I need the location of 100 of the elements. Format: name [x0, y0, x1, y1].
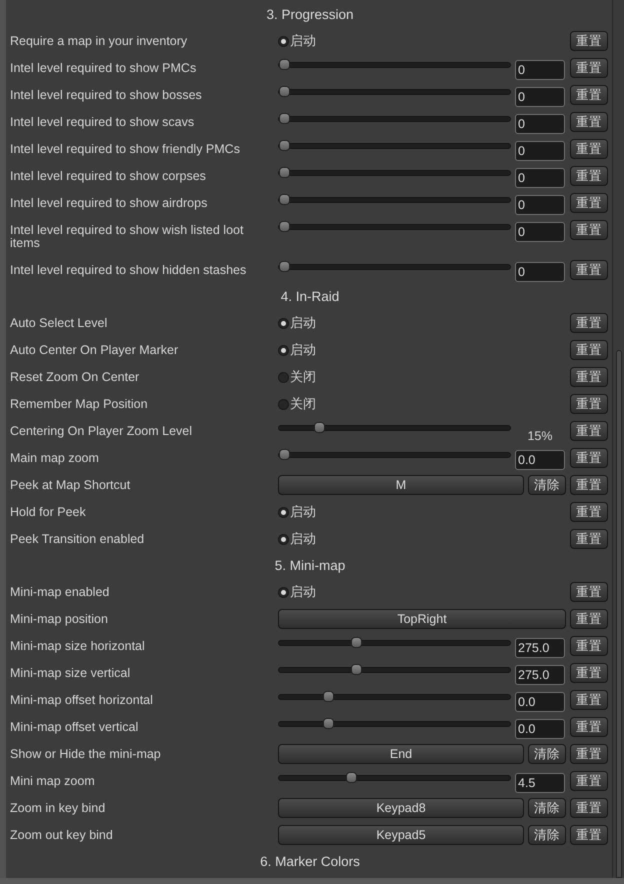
value-field[interactable]: 0 [515, 141, 565, 161]
slider-track[interactable] [278, 224, 511, 230]
value-field[interactable]: 0 [515, 222, 565, 242]
reset-button[interactable]: 重置 [570, 771, 608, 791]
setting-label: Intel level required to show PMCs [10, 62, 198, 75]
reset-button[interactable]: 重置 [570, 825, 608, 845]
slider-track[interactable] [278, 640, 511, 646]
setting-label: Auto Select Level [10, 317, 108, 330]
reset-button[interactable]: 重置 [570, 582, 608, 602]
reset-button[interactable]: 重置 [570, 31, 608, 51]
keybind-button[interactable]: Keypad5 [278, 825, 524, 845]
toggle-radio[interactable] [278, 372, 289, 382]
slider-thumb[interactable] [279, 449, 290, 460]
clear-button[interactable]: 清除 [528, 744, 566, 764]
reset-button[interactable]: 重置 [570, 394, 608, 414]
clear-button[interactable]: 清除 [528, 825, 566, 845]
reset-button[interactable]: 重置 [570, 166, 608, 186]
toggle-radio[interactable] [278, 534, 289, 544]
slider-thumb[interactable] [279, 86, 290, 97]
reset-button[interactable]: 重置 [570, 340, 608, 360]
slider-track[interactable] [278, 62, 511, 68]
slider-track[interactable] [278, 425, 511, 431]
slider-thumb[interactable] [322, 718, 334, 729]
reset-button[interactable]: 重置 [570, 502, 608, 522]
keybind-button[interactable]: M [278, 475, 524, 495]
slider-track[interactable] [278, 775, 511, 781]
slider-thumb[interactable] [350, 637, 362, 648]
reset-button[interactable]: 重置 [570, 529, 608, 549]
keybind-button[interactable]: Keypad8 [278, 798, 524, 818]
slider-thumb[interactable] [279, 140, 290, 151]
toggle-radio[interactable] [278, 318, 289, 328]
clear-button[interactable]: 清除 [528, 798, 566, 818]
slider-thumb[interactable] [279, 113, 290, 124]
reset-button[interactable]: 重置 [570, 744, 608, 764]
position-dropdown[interactable]: TopRight [278, 609, 566, 629]
reset-button[interactable]: 重置 [570, 313, 608, 333]
slider-track[interactable] [278, 89, 511, 95]
setting-label: Peek at Map Shortcut [10, 479, 132, 492]
slider-thumb[interactable] [346, 772, 357, 783]
slider-thumb[interactable] [279, 59, 290, 70]
reset-button[interactable]: 重置 [570, 663, 608, 683]
reset-button[interactable]: 重置 [570, 85, 608, 105]
reset-button[interactable]: 重置 [570, 475, 608, 495]
reset-button[interactable]: 重置 [570, 193, 608, 213]
slider-track[interactable] [278, 116, 511, 122]
slider-thumb[interactable] [350, 664, 362, 675]
slider-thumb[interactable] [279, 221, 290, 232]
toggle-radio[interactable] [278, 344, 289, 356]
reset-button[interactable]: 重置 [570, 690, 608, 710]
reset-button[interactable]: 重置 [570, 112, 608, 132]
slider-track[interactable] [278, 667, 511, 673]
slider-track[interactable] [278, 452, 511, 458]
reset-button[interactable]: 重置 [570, 636, 608, 656]
setting-label: Mini-map offset horizontal [10, 694, 154, 707]
slider-track[interactable] [278, 694, 511, 700]
setting-label: Main map zoom [10, 452, 100, 465]
value-field[interactable]: 0 [515, 195, 565, 215]
setting-label: Intel level required to show airdrops [10, 197, 208, 210]
value-field[interactable]: 4.5 [515, 773, 565, 793]
slider-track[interactable] [278, 721, 511, 727]
slider-thumb[interactable] [279, 261, 290, 272]
reset-button[interactable]: 重置 [570, 717, 608, 737]
slider-track[interactable] [278, 170, 511, 176]
value-field[interactable]: 0 [515, 60, 565, 80]
reset-button[interactable]: 重置 [570, 139, 608, 159]
toggle-radio[interactable] [278, 36, 289, 46]
toggle-radio[interactable] [278, 506, 289, 518]
value-field[interactable]: 0.0 [515, 719, 565, 739]
value-field[interactable]: 0 [515, 168, 565, 188]
value-field[interactable]: 0 [515, 262, 565, 282]
slider-thumb[interactable] [279, 194, 290, 205]
section-heading: 6. Marker Colors [259, 853, 361, 871]
clear-button[interactable]: 清除 [528, 475, 566, 495]
reset-button[interactable]: 重置 [570, 798, 608, 818]
toggle-radio[interactable] [278, 586, 289, 598]
value-field[interactable]: 0.0 [515, 692, 565, 712]
slider-thumb[interactable] [322, 691, 334, 702]
reset-button[interactable]: 重置 [570, 448, 608, 468]
slider-track[interactable] [278, 143, 511, 149]
reset-button[interactable]: 重置 [570, 58, 608, 78]
setting-label: Mini-map position [10, 613, 109, 626]
slider-thumb[interactable] [314, 422, 325, 433]
reset-button[interactable]: 重置 [570, 260, 608, 280]
slider-track[interactable] [278, 264, 511, 270]
reset-button[interactable]: 重置 [570, 367, 608, 387]
keybind-button[interactable]: End [278, 744, 524, 764]
slider-thumb[interactable] [279, 167, 290, 178]
reset-button[interactable]: 重置 [570, 220, 608, 240]
value-field[interactable]: 0.0 [515, 450, 565, 470]
scrollbar-thumb[interactable] [616, 350, 622, 878]
toggle-radio[interactable] [278, 398, 289, 410]
value-field[interactable]: 0 [515, 114, 565, 134]
value-field[interactable]: 275.0 [515, 665, 565, 685]
setting-label: Intel level required to show wish listed loot items [10, 224, 244, 250]
reset-button[interactable]: 重置 [570, 609, 608, 629]
setting-label: Intel level required to show bosses [10, 89, 203, 102]
reset-button[interactable]: 重置 [570, 421, 608, 441]
value-field[interactable]: 275.0 [515, 638, 565, 658]
value-field[interactable]: 0 [515, 87, 565, 107]
slider-track[interactable] [278, 197, 511, 203]
